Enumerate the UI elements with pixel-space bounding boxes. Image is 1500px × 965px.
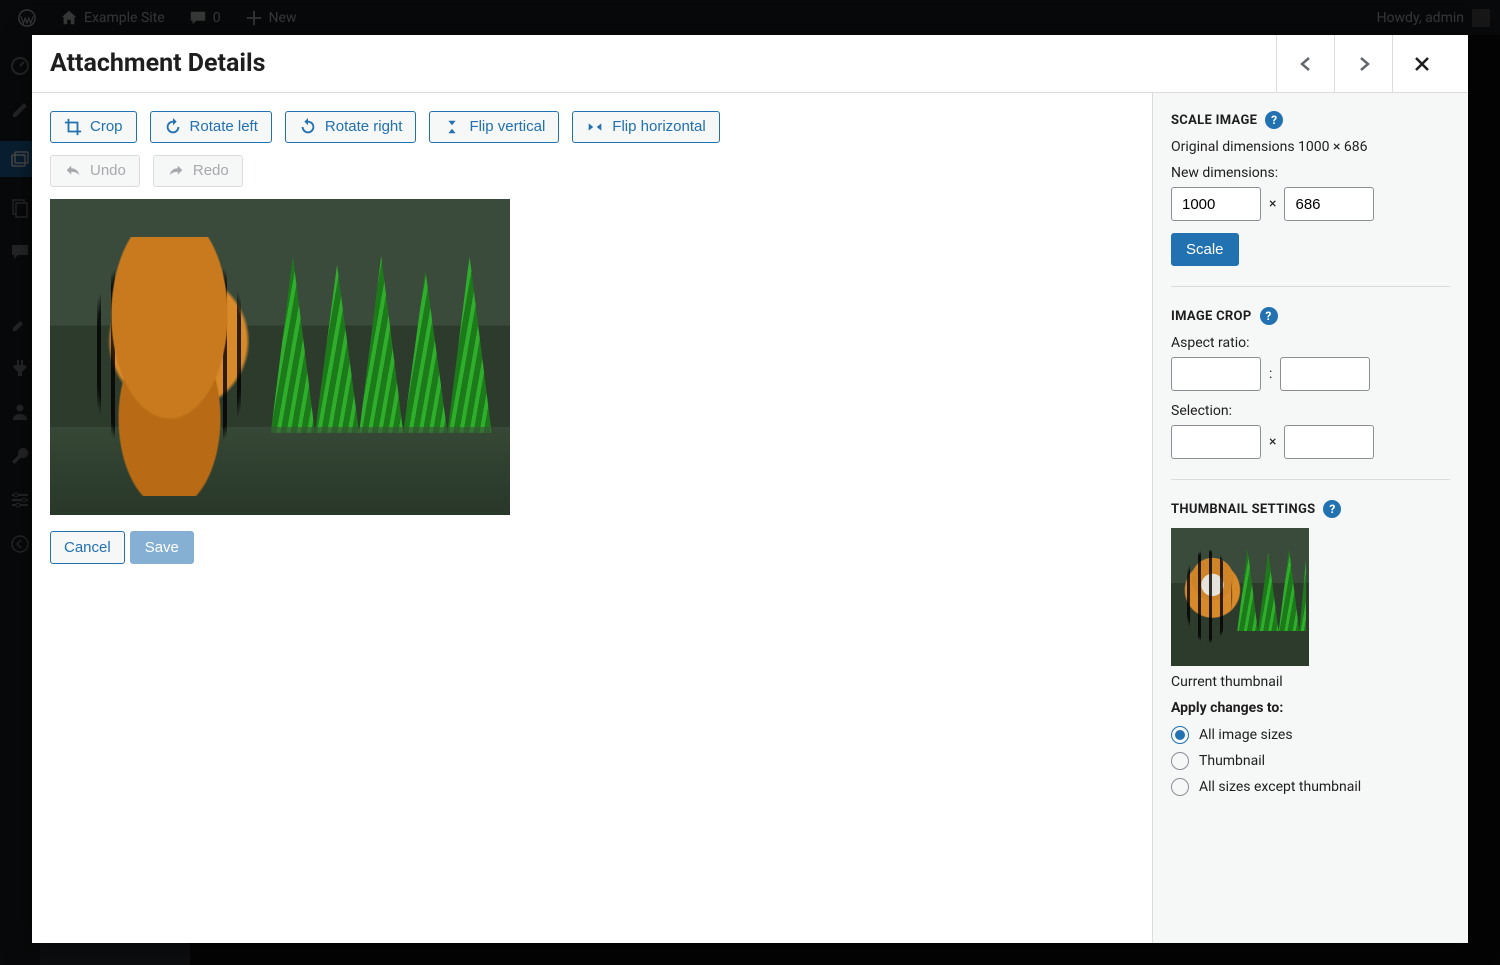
radio-all-label: All image sizes [1199,727,1293,743]
scale-heading: Scale Image [1171,113,1257,128]
new-dimensions-label: New dimensions: [1171,165,1450,181]
cancel-label: Cancel [64,539,111,557]
radio-icon [1171,778,1189,796]
crop-heading: Image Crop [1171,309,1252,324]
rotate-right-button[interactable]: Rotate right [285,111,417,143]
radio-thumbnail[interactable]: Thumbnail [1171,752,1450,770]
radio-icon [1171,752,1189,770]
thumbnail-heading: Thumbnail Settings [1171,502,1315,517]
cancel-button[interactable]: Cancel [50,531,125,564]
prev-button[interactable] [1276,35,1334,93]
modal-title: Attachment Details [50,49,265,78]
selection-label: Selection: [1171,403,1450,419]
help-icon[interactable]: ? [1265,111,1283,129]
times-symbol: × [1269,196,1276,212]
flip-horizontal-label: Flip horizontal [612,118,705,136]
scale-height-input[interactable] [1284,187,1374,221]
attachment-details-modal: Attachment Details Crop Rotate le [32,35,1468,943]
save-button: Save [130,531,194,564]
rotate-left-label: Rotate left [190,118,258,136]
times-symbol: × [1269,434,1276,450]
image-editor-pane: Crop Rotate left Rotate right Flip verti… [32,93,1152,943]
scale-width-input[interactable] [1171,187,1261,221]
apply-changes-label: Apply changes to: [1171,700,1450,716]
scale-button-label: Scale [1186,241,1224,258]
redo-button: Redo [153,155,243,187]
settings-pane: Scale Image ? Original dimensions 1000 ×… [1152,93,1468,943]
scale-button[interactable]: Scale [1171,233,1239,266]
flip-horizontal-button[interactable]: Flip horizontal [572,111,719,143]
radio-thumb-label: Thumbnail [1199,753,1265,769]
close-button[interactable] [1392,35,1450,93]
current-thumbnail-text: Current thumbnail [1171,674,1450,690]
radio-all-sizes[interactable]: All image sizes [1171,726,1450,744]
next-button[interactable] [1334,35,1392,93]
original-dimensions-text: Original dimensions 1000 × 686 [1171,139,1450,155]
flip-vertical-button[interactable]: Flip vertical [429,111,559,143]
save-label: Save [145,539,179,556]
aspect-height-input[interactable] [1280,357,1370,391]
colon-symbol: : [1269,366,1272,382]
crop-label: Crop [90,118,123,136]
selection-height-input[interactable] [1284,425,1374,459]
crop-button[interactable]: Crop [50,111,137,143]
thumbnail-preview [1171,528,1309,666]
selection-width-input[interactable] [1171,425,1261,459]
redo-label: Redo [193,162,229,180]
radio-icon [1171,726,1189,744]
help-icon[interactable]: ? [1260,307,1278,325]
rotate-right-label: Rotate right [325,118,403,136]
undo-label: Undo [90,162,126,180]
help-icon[interactable]: ? [1323,500,1341,518]
undo-button: Undo [50,155,140,187]
radio-except-thumbnail[interactable]: All sizes except thumbnail [1171,778,1450,796]
flip-vertical-label: Flip vertical [469,118,545,136]
modal-header: Attachment Details [32,35,1468,93]
aspect-width-input[interactable] [1171,357,1261,391]
radio-except-label: All sizes except thumbnail [1199,779,1361,795]
aspect-ratio-label: Aspect ratio: [1171,335,1450,351]
image-preview[interactable] [50,199,510,515]
rotate-left-button[interactable]: Rotate left [150,111,272,143]
